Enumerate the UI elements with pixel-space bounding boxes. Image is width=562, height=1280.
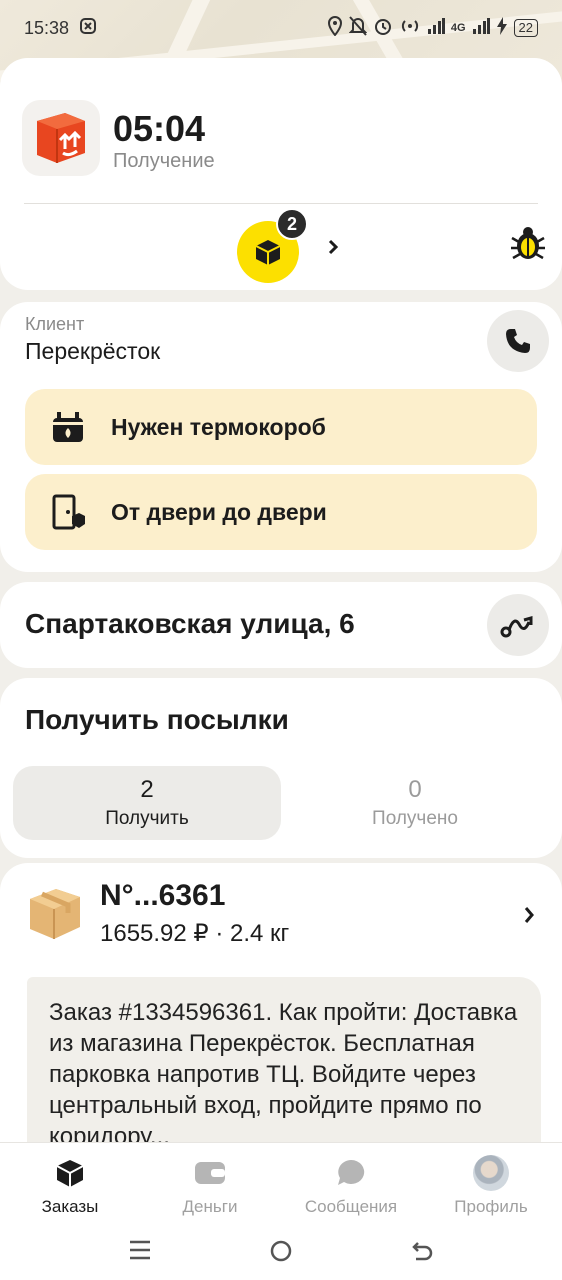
client-card: Клиент Перекрёсток Нужен термокороб От д… <box>0 302 562 572</box>
order-app-icon <box>22 100 100 176</box>
receive-parcels-card: Получить посылки 2 Получить 0 Получено <box>0 678 562 858</box>
nav-profile-label: Профиль <box>454 1197 528 1216</box>
route-button[interactable] <box>487 594 549 656</box>
nav-messages-label: Сообщения <box>304 1197 398 1216</box>
bottom-sheet: 05:04 Получение 2 Клиент Перекрёсток Нуж… <box>0 58 562 1280</box>
wallet-icon <box>195 1162 225 1184</box>
tag-thermobox: Нужен термокороб <box>25 389 537 465</box>
call-client-button[interactable] <box>487 310 549 372</box>
bug-report-icon[interactable] <box>508 224 548 269</box>
receive-title: Получить посылки <box>25 704 289 735</box>
thermobox-icon <box>53 412 83 442</box>
parcel-meta: 1655.92 ₽ · 2.4 кг <box>100 920 290 947</box>
status-time: 15:38 <box>24 17 70 38</box>
nav-messages[interactable]: Сообщения <box>281 1155 421 1217</box>
chevron-right-icon[interactable] <box>326 238 340 261</box>
home-icon[interactable] <box>269 1239 293 1268</box>
recent-apps-icon[interactable] <box>128 1239 152 1266</box>
divider <box>24 203 538 204</box>
avatar <box>473 1155 509 1191</box>
parcel-box-icon <box>26 883 82 946</box>
signal-icon-2 <box>472 18 490 38</box>
chat-icon <box>338 1159 365 1185</box>
nav-orders[interactable]: Заказы <box>0 1155 140 1217</box>
phone-icon <box>506 329 530 353</box>
status-header-card: 05:04 Получение 2 <box>0 58 562 290</box>
mute-icon <box>348 16 368 40</box>
nav-money[interactable]: Деньги <box>140 1155 280 1217</box>
signal-icon <box>427 18 445 38</box>
battery-indicator: 22 <box>513 19 538 37</box>
back-icon[interactable] <box>410 1239 434 1268</box>
system-nav-bar <box>0 1233 562 1273</box>
tag-thermobox-label: Нужен термокороб <box>111 413 326 440</box>
address-card: Спартаковская улица, 6 <box>0 582 562 668</box>
nav-orders-label: Заказы <box>41 1197 99 1216</box>
network-type: 4G <box>450 22 466 34</box>
nav-money-label: Деньги <box>182 1197 238 1216</box>
orders-count-badge: 2 <box>276 208 308 240</box>
nav-profile[interactable]: Профиль <box>421 1155 561 1217</box>
address-text: Спартаковская улица, 6 <box>25 608 355 639</box>
tab-received[interactable]: 0 Получено <box>281 766 549 840</box>
parcel-number: N°...6361 <box>100 879 226 912</box>
bottom-nav: Заказы Деньги Сообщения Профиль <box>0 1142 562 1280</box>
tag-door-to-door-label: От двери до двери <box>111 498 327 525</box>
timer: 05:04 <box>113 108 206 149</box>
status-bar: 15:38 4G 22 <box>0 0 562 56</box>
charging-icon <box>496 17 508 39</box>
box-icon <box>56 1160 84 1187</box>
client-label: Клиент <box>25 314 85 334</box>
tab-to-receive-count: 2 <box>140 776 154 803</box>
tab-received-label: Получено <box>372 808 458 829</box>
box-icon <box>255 240 281 265</box>
location-icon <box>327 15 343 40</box>
hotspot-icon <box>399 17 421 39</box>
door-icon <box>52 494 85 530</box>
phase-label: Получение <box>113 150 215 172</box>
tab-to-receive-label: Получить <box>105 808 189 829</box>
tab-to-receive[interactable]: 2 Получить <box>13 766 281 840</box>
tab-received-count: 0 <box>408 776 422 803</box>
alarm-icon <box>373 16 393 40</box>
chevron-right-icon[interactable] <box>522 905 536 930</box>
notification-icon <box>79 17 97 40</box>
client-name: Перекрёсток <box>25 338 161 364</box>
tag-door-to-door: От двери до двери <box>25 474 537 550</box>
route-icon <box>500 616 533 638</box>
